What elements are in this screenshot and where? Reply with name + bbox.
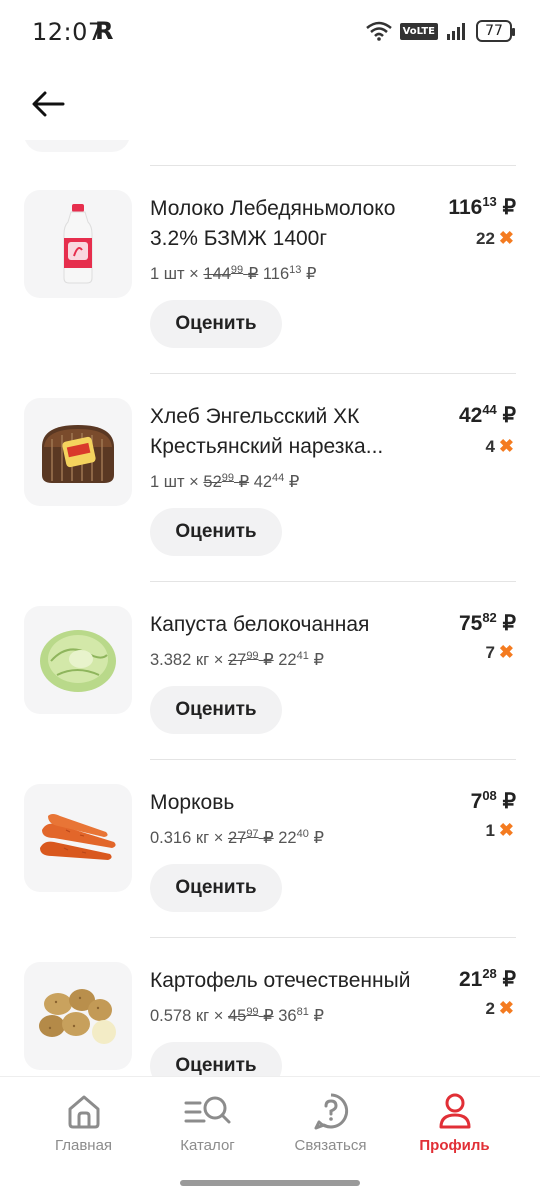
bonus-points: 4 ✖ [485, 436, 514, 456]
order-items-list[interactable]: Молоко Лебедяньмолоко 3.2% БЗМЖ 1400г 1 … [0, 140, 540, 1076]
carrier-r-icon: R [95, 17, 114, 45]
product-name: Хлеб Энгельсский ХК Крестьянский нарезка… [150, 402, 440, 462]
divider [150, 581, 516, 582]
nav-label: Главная [54, 1137, 113, 1154]
battery-icon: 77 [476, 20, 515, 42]
total-price: 2128 ₽ [458, 966, 516, 991]
signal-icon [447, 23, 465, 40]
product-name-line1: Капуста белокочанная [150, 613, 370, 636]
nav-catalog[interactable]: Каталог [140, 1091, 275, 1154]
quantity-line: 1 шт × 5299 ₽ 4244 ₽ [150, 472, 299, 492]
old-price: 4599 ₽ [227, 1006, 274, 1025]
list-item[interactable]: Картофель отечественный 0.578 кг × 4599 … [0, 962, 540, 1076]
status-time: 12:07 [32, 18, 104, 46]
product-name: Капуста белокочанная [150, 610, 440, 640]
times-sign: × [213, 651, 224, 669]
catalog-search-icon [184, 1096, 230, 1124]
unit-price: 2241 ₽ [278, 650, 324, 669]
divider [150, 165, 516, 166]
rate-button[interactable]: Оценить [150, 300, 282, 348]
nav-contact[interactable]: Связаться [263, 1091, 398, 1154]
list-item[interactable]: Морковь 0.316 кг × 2797 ₽ 2240 ₽ 708 ₽ 1… [0, 784, 540, 924]
back-button[interactable] [26, 84, 70, 124]
wifi-icon [365, 21, 392, 41]
product-name-line1: Картофель отечественный [150, 969, 411, 992]
rate-button[interactable]: Оценить [150, 1042, 282, 1076]
unit-price: 3681 ₽ [278, 1006, 324, 1025]
home-icon [68, 1095, 99, 1129]
nav-label: Профиль [419, 1137, 490, 1154]
total-price: 708 ₽ [470, 788, 516, 813]
old-price: 2799 ₽ [227, 650, 274, 669]
bonus-icon: ✖ [498, 436, 514, 456]
home-indicator[interactable] [180, 1180, 360, 1186]
divider [150, 937, 516, 938]
volte-badge: VoLTE [399, 22, 438, 40]
list-item[interactable]: Молоко Лебедяньмолоко 3.2% БЗМЖ 1400г 1 … [0, 190, 540, 360]
total-price: 7582 ₽ [458, 610, 516, 635]
quantity: 0.316 кг [150, 829, 210, 847]
product-name-line1: Морковь [150, 791, 235, 814]
product-image-potatoes [24, 962, 132, 1070]
nav-label: Каталог [180, 1137, 235, 1154]
times-sign: × [189, 473, 199, 491]
product-name-line2: Крестьянский нарезка... [150, 435, 384, 458]
previous-item-thumb [24, 140, 130, 152]
rate-button[interactable]: Оценить [150, 686, 282, 734]
quantity-line: 1 шт × 14499 ₽ 11613 ₽ [150, 264, 317, 284]
rate-button[interactable]: Оценить [150, 508, 282, 556]
total-price: 4244 ₽ [458, 402, 516, 427]
nav-profile[interactable]: Профиль [387, 1091, 522, 1154]
bonus-icon: ✖ [498, 998, 514, 1018]
divider [150, 373, 516, 374]
quantity-line: 0.578 кг × 4599 ₽ 3681 ₽ [150, 1006, 324, 1026]
status-bar: 12:07 R VoLTE 77 [0, 0, 540, 66]
quantity-line: 3.382 кг × 2799 ₽ 2241 ₽ [150, 650, 324, 670]
product-name-line1: Молоко Лебедяньмолоко [150, 197, 396, 220]
product-name: Картофель отечественный [150, 966, 440, 996]
status-icons: VoLTE 77 [365, 20, 515, 42]
unit-price: 4244 ₽ [253, 472, 300, 491]
quantity: 0.578 кг [150, 1007, 210, 1025]
product-name-line2: 3.2% БЗМЖ 1400г [150, 227, 328, 250]
unit-price: 2240 ₽ [278, 828, 324, 847]
profile-icon [439, 1093, 470, 1129]
times-sign: × [189, 265, 199, 283]
quantity: 1 шт [150, 473, 185, 491]
product-name-line1: Хлеб Энгельсский ХК [150, 405, 360, 428]
quantity-line: 0.316 кг × 2797 ₽ 2240 ₽ [150, 828, 324, 848]
product-image-milk [24, 190, 132, 298]
bonus-icon: ✖ [498, 820, 514, 840]
list-item[interactable]: Капуста белокочанная 3.382 кг × 2799 ₽ 2… [0, 606, 540, 746]
bonus-icon: ✖ [498, 642, 514, 662]
product-image-bread [24, 398, 132, 506]
total-price: 11613 ₽ [448, 194, 516, 219]
rate-button[interactable]: Оценить [150, 864, 282, 912]
question-chat-icon [314, 1093, 348, 1130]
nav-label: Связаться [294, 1137, 367, 1154]
divider [150, 759, 516, 760]
bonus-icon: ✖ [498, 228, 514, 248]
old-price: 14499 ₽ [203, 264, 259, 283]
product-image-carrots [24, 784, 132, 892]
unit-price: 11613 ₽ [262, 264, 317, 283]
old-price: 5299 ₽ [203, 472, 250, 491]
product-name: Молоко Лебедяньмолоко 3.2% БЗМЖ 1400г [150, 194, 440, 254]
bonus-points: 1 ✖ [485, 820, 514, 840]
quantity: 3.382 кг [150, 651, 210, 669]
bonus-points: 7 ✖ [485, 642, 514, 662]
list-item[interactable]: Хлеб Энгельсский ХК Крестьянский нарезка… [0, 398, 540, 568]
quantity: 1 шт [150, 265, 185, 283]
product-name: Морковь [150, 788, 440, 818]
product-image-cabbage [24, 606, 132, 714]
arrow-left-icon [32, 91, 65, 117]
nav-home[interactable]: Главная [16, 1091, 151, 1154]
old-price: 2797 ₽ [227, 828, 274, 847]
bonus-points: 2 ✖ [485, 998, 514, 1018]
times-sign: × [213, 829, 224, 847]
times-sign: × [213, 1007, 224, 1025]
bonus-points: 22 ✖ [475, 228, 514, 248]
